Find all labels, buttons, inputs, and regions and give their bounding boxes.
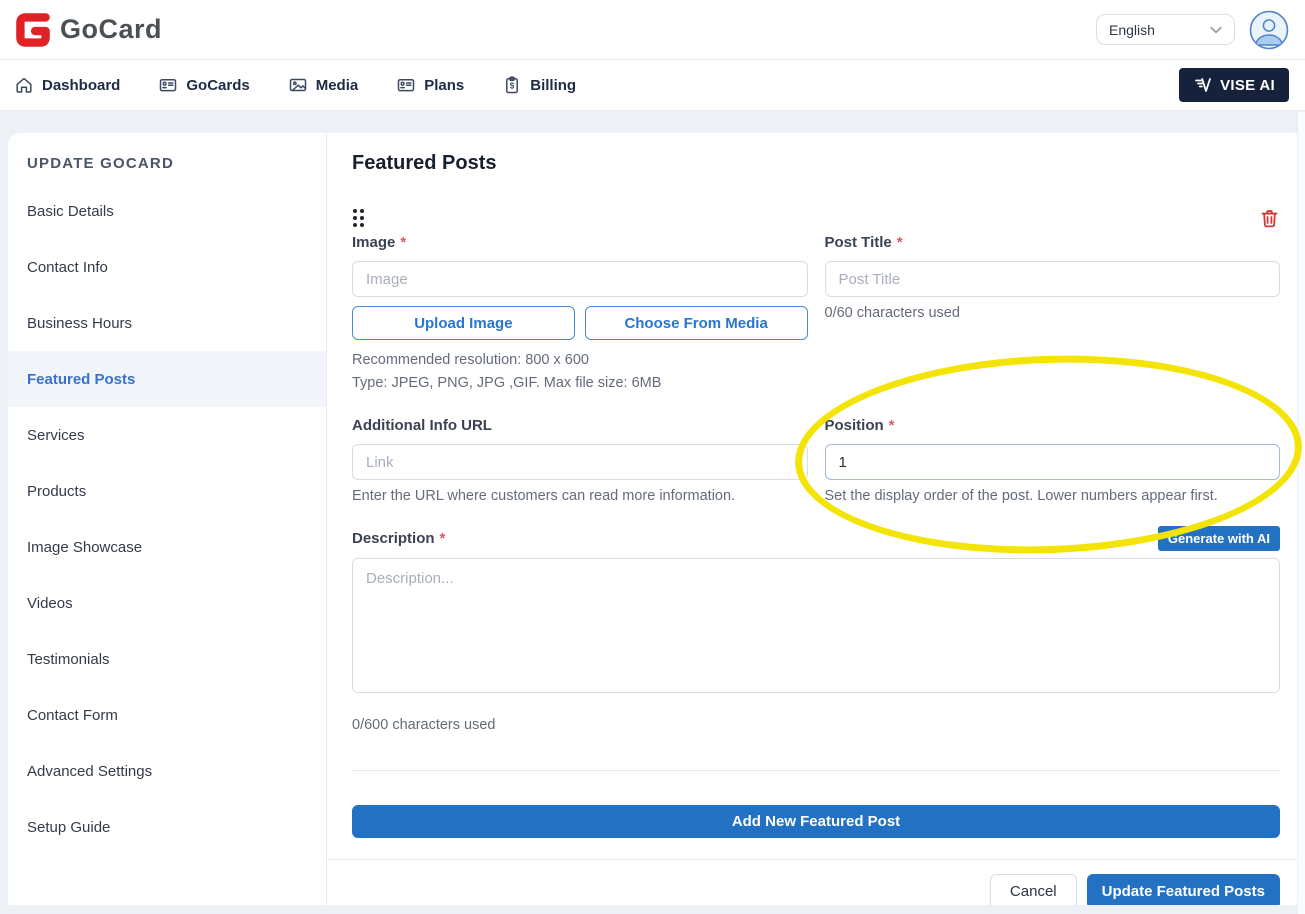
trash-icon: [1259, 210, 1280, 232]
sidebar-item-setup-guide[interactable]: Setup Guide: [8, 799, 326, 855]
post-title-counter: 0/60 characters used: [824, 305, 960, 321]
upload-image-button[interactable]: Upload Image: [352, 306, 575, 340]
nav-item-billing[interactable]: $ Billing: [502, 75, 576, 95]
vise-ai-button[interactable]: VISE AI: [1179, 68, 1289, 102]
additional-url-label: Additional Info URL: [352, 417, 492, 434]
sidebar-item-testimonials[interactable]: Testimonials: [8, 631, 326, 687]
sidebar-item-business-hours[interactable]: Business Hours: [8, 295, 326, 351]
vise-ai-icon: [1193, 75, 1213, 95]
description-counter: 0/600 characters used: [352, 717, 496, 733]
sidebar-title: UPDATE GOCARD: [27, 154, 174, 172]
top-header: GoCard English: [0, 0, 1305, 60]
section-divider: [352, 770, 1280, 771]
image-type-helper: Type: JPEG, PNG, JPG ,GIF. Max file size…: [352, 375, 662, 391]
image-resolution-helper: Recommended resolution: 800 x 600: [352, 352, 589, 368]
nav-label: Plans: [424, 76, 465, 94]
position-helper: Set the display order of the post. Lower…: [824, 488, 1218, 504]
generate-with-ai-button[interactable]: Generate with AI: [1157, 526, 1280, 551]
nav-label: Media: [315, 76, 359, 94]
vise-ai-label: VISE AI: [1220, 76, 1275, 94]
image-label: Image *: [352, 234, 407, 251]
form-footer: Cancel Update Featured Posts: [327, 859, 1297, 905]
nav-item-gocards[interactable]: GoCards: [158, 75, 250, 95]
nav-label: Dashboard: [42, 76, 121, 94]
required-mark: *: [896, 234, 903, 251]
post-title-input[interactable]: [824, 261, 1280, 297]
sidebar-item-services[interactable]: Services: [8, 407, 326, 463]
sidebar-item-videos[interactable]: Videos: [8, 575, 326, 631]
required-mark: *: [439, 530, 446, 547]
brand-name: GoCard: [60, 14, 163, 44]
post-title-field-group: Post Title* 0/60 characters used: [824, 234, 1280, 395]
sidebar-item-contact-info[interactable]: Contact Info: [8, 239, 326, 295]
image-icon: [288, 75, 308, 95]
description-textarea[interactable]: [352, 558, 1280, 693]
position-field-group: Position* Set the display order of the p…: [824, 417, 1280, 504]
nav-item-plans[interactable]: Plans: [396, 75, 464, 95]
page-title: Featured Posts: [352, 152, 497, 174]
additional-url-field-group: Additional Info URL Enter the URL where …: [352, 417, 808, 504]
gocard-logo-icon: [12, 9, 54, 51]
choose-from-media-button[interactable]: Choose From Media: [584, 306, 808, 340]
svg-text:$: $: [510, 81, 515, 90]
id-card-icon: [158, 75, 178, 95]
position-label: Position *: [824, 417, 895, 434]
sidebar-item-advanced-settings[interactable]: Advanced Settings: [8, 743, 326, 799]
nav-label: Billing: [530, 76, 577, 94]
sidebar-item-contact-form[interactable]: Contact Form: [8, 687, 326, 743]
content-card: UPDATE GOCARD Basic Details Contact Info…: [8, 133, 1297, 905]
language-value: English: [1109, 21, 1155, 38]
required-mark: *: [888, 417, 895, 434]
nav-item-media[interactable]: Media: [288, 75, 359, 95]
main-content: Featured Posts Image * Image Upload Imag…: [327, 133, 1297, 905]
description-field-group: Description* Generate with AI 0/600 char…: [352, 526, 1280, 733]
post-title-label: Post Title *: [824, 234, 903, 251]
home-icon: [14, 75, 34, 95]
settings-sidebar: UPDATE GOCARD Basic Details Contact Info…: [8, 133, 327, 905]
page-body: UPDATE GOCARD Basic Details Contact Info…: [0, 112, 1305, 914]
required-mark: *: [400, 234, 407, 251]
brand-logo[interactable]: GoCard: [12, 9, 162, 51]
description-label: Description *: [352, 530, 446, 547]
image-field-group: Image* Upload Image Choose From Media Re…: [352, 234, 808, 395]
user-avatar[interactable]: [1249, 10, 1289, 50]
scrollbar-track[interactable]: [1297, 112, 1305, 914]
delete-post-button[interactable]: [1259, 208, 1280, 229]
sidebar-item-featured-posts[interactable]: Featured Posts: [8, 351, 326, 407]
language-select[interactable]: English: [1096, 14, 1235, 45]
nav-label: GoCards: [186, 76, 250, 94]
id-card-icon: [396, 75, 416, 95]
add-new-featured-post-button[interactable]: Add New Featured Post: [352, 805, 1280, 838]
chevron-down-icon: [1210, 26, 1222, 34]
additional-url-input[interactable]: [352, 444, 808, 480]
drag-handle[interactable]: [352, 208, 365, 228]
billing-icon: $: [502, 75, 522, 95]
sidebar-item-basic-details[interactable]: Basic Details: [8, 183, 326, 239]
nav-item-dashboard[interactable]: Dashboard: [14, 75, 120, 95]
cancel-button[interactable]: Cancel: [989, 874, 1077, 905]
additional-url-helper: Enter the URL where customers can read m…: [352, 488, 736, 504]
position-input[interactable]: [824, 444, 1280, 480]
update-featured-posts-button[interactable]: Update Featured Posts: [1086, 874, 1280, 905]
sidebar-item-image-showcase[interactable]: Image Showcase: [8, 519, 326, 575]
sidebar-item-products[interactable]: Products: [8, 463, 326, 519]
main-navbar: Dashboard GoCards Media Plans $ Billing …: [0, 60, 1305, 111]
image-input[interactable]: [352, 261, 808, 297]
